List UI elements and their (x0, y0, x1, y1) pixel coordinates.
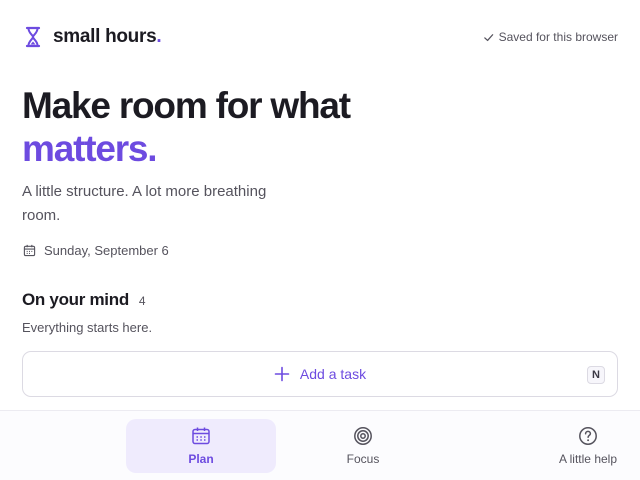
title-line-2: matters. (22, 128, 158, 169)
current-date: Sunday, September 6 (23, 243, 169, 258)
section-title: On your mind (22, 290, 129, 309)
brand[interactable]: small hours. (23, 26, 162, 48)
page-title: Make room for what matters. (22, 84, 351, 170)
nav-focus-label: Focus (346, 452, 380, 466)
check-icon (483, 33, 493, 41)
plus-icon (274, 366, 290, 382)
section-header: On your mind 4 (22, 290, 146, 310)
nav-focus[interactable]: Focus (288, 419, 438, 473)
app-page: small hours. Saved for this browser Make… (0, 0, 640, 480)
add-task-button[interactable]: Add a task N (22, 351, 618, 397)
hourglass-icon (25, 26, 41, 48)
help-icon (579, 427, 597, 445)
calendar-icon (23, 244, 36, 257)
nav-help[interactable]: A little help (513, 419, 640, 473)
target-icon (354, 427, 372, 445)
brand-dot: . (156, 26, 162, 47)
page-subtitle: A little structure. A lot more breathing… (22, 183, 267, 224)
brand-name: small hours (53, 26, 157, 47)
calendar-icon (192, 427, 210, 445)
title-line-1: Make room for what (22, 85, 351, 126)
shortcut-key: N (587, 366, 605, 384)
add-task-label: Add a task (299, 366, 367, 382)
task-count: 4 (138, 294, 146, 308)
date-text: Sunday, September 6 (44, 243, 169, 258)
section-subtitle: Everything starts here. (22, 320, 153, 335)
bottom-nav: Plan Focus A little help (0, 410, 640, 480)
saved-status: Saved for this browser (483, 30, 618, 44)
nav-plan-label: Plan (188, 452, 214, 466)
nav-plan[interactable]: Plan (126, 419, 276, 473)
nav-help-label: A little help (558, 452, 618, 466)
saved-text: Saved for this browser (498, 30, 618, 44)
